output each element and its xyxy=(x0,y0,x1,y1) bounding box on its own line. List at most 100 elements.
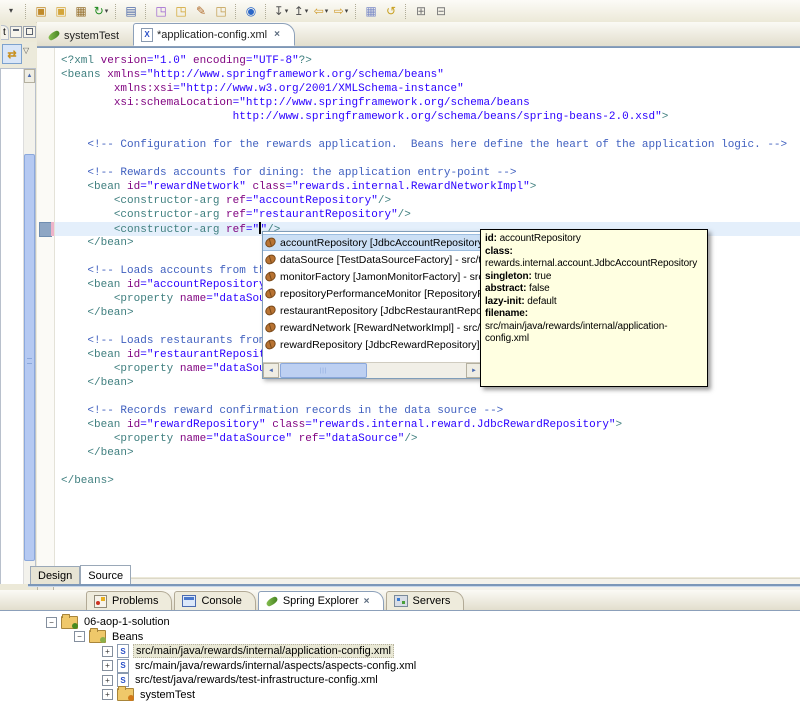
refresh-config-button[interactable]: ↺ xyxy=(382,2,400,20)
open-type-button[interactable]: ▤ xyxy=(122,2,140,20)
collapsed-left-view: t ⇄ ▽ ▲ xyxy=(0,22,36,584)
bean-icon xyxy=(263,235,278,250)
toolbar-separator xyxy=(265,3,267,19)
collapsed-view-tab[interactable]: t xyxy=(1,24,9,40)
content-assist-item[interactable]: monitorFactory [JamonMonitorFactory] - s… xyxy=(263,268,482,285)
content-assist-item[interactable]: repositoryPerformanceMonitor [Repository… xyxy=(263,285,482,302)
dropdown-caret-icon[interactable]: ▾ xyxy=(285,7,289,15)
editor-gutter[interactable] xyxy=(37,48,55,577)
spring-config-icon: S xyxy=(117,673,129,688)
view-tab-spring-explorer[interactable]: Spring Explorer × xyxy=(257,591,384,610)
design-source-tabs: Design Source xyxy=(30,565,132,584)
popup-scroll-left-icon[interactable]: ◄ xyxy=(263,363,279,378)
import-button[interactable]: ↧ ▾ xyxy=(272,2,290,20)
view-tab-label: Console xyxy=(201,595,242,607)
tooltip-field-label: class: xyxy=(485,245,513,257)
tree-expander-icon[interactable]: + xyxy=(102,674,113,686)
open-resource-button[interactable]: ◳ xyxy=(172,2,190,20)
tree-expander-icon[interactable]: + xyxy=(102,689,113,701)
content-assist-item[interactable]: rewardNetwork [RewardNetworkImpl] - src/… xyxy=(263,319,482,336)
tree-item-label: Beans xyxy=(112,630,144,643)
tab-design[interactable]: Design xyxy=(30,566,81,584)
toolbar-separator xyxy=(235,3,237,19)
new-package-button[interactable]: ▦ xyxy=(72,2,90,20)
spring-config-icon: S xyxy=(117,658,129,673)
open-resource-icon: ◳ xyxy=(175,4,187,18)
web-browser-button[interactable]: ◉ xyxy=(242,2,260,20)
left-view-scrollbar[interactable]: ▲ xyxy=(23,69,35,584)
open-perspective-button[interactable]: ◳ xyxy=(152,2,170,20)
bottom-panel: Problems Console Spring Explorer × Servers −… xyxy=(0,590,800,704)
content-assist-item-label: accountRepository [JdbcAccountRepository… xyxy=(280,236,482,249)
expand-all-icon: ⊞ xyxy=(415,4,427,18)
expand-all-button[interactable]: ⊞ xyxy=(412,2,430,20)
spring-leaf-icon xyxy=(47,30,61,41)
tree-row[interactable]: + Ssrc/main/java/rewards/internal/applica… xyxy=(0,644,800,659)
content-assist-item[interactable]: restaurantRepository [JdbcRestaurantRepo… xyxy=(263,302,482,319)
close-icon[interactable]: × xyxy=(364,596,370,607)
maximize-view-button[interactable] xyxy=(23,26,36,38)
view-tab-label: Problems xyxy=(112,595,159,607)
spring-explorer-view: − 06-aop-1-solution − Beans + Ssrc/main/java/… xyxy=(0,610,800,704)
dropdown-caret-icon[interactable]: ▾ xyxy=(305,7,309,15)
tree-row[interactable]: + systemTest xyxy=(0,686,800,703)
popup-hscrollbar[interactable]: ◄ ||| ► xyxy=(263,362,482,378)
spring-project-icon xyxy=(61,613,78,629)
open-folder-button[interactable]: ◳ xyxy=(212,2,230,20)
popup-scrollbar-thumb[interactable]: ||| xyxy=(280,363,367,378)
scroll-up-arrow-icon[interactable]: ▲ xyxy=(24,69,35,83)
code-line: <bean id="rewardNetwork" class="rewards.… xyxy=(87,181,537,193)
back-button[interactable]: ⇦ ▾ xyxy=(312,2,330,20)
spring-leaf-icon xyxy=(264,595,279,607)
annotate-button[interactable]: ✎ xyxy=(192,2,210,20)
toolbar-overflow-button[interactable]: ▾ xyxy=(2,2,20,20)
dropdown-caret-icon[interactable]: ▾ xyxy=(345,7,349,15)
tree-expander-icon[interactable]: + xyxy=(102,660,113,672)
tree-expander-icon[interactable]: − xyxy=(74,631,85,643)
dropdown-caret-icon[interactable]: ▾ xyxy=(105,7,109,15)
content-assist-item[interactable]: accountRepository [JdbcAccountRepository… xyxy=(263,234,482,251)
tooltip-field-value: false xyxy=(526,283,550,294)
xml-file-icon: X xyxy=(141,27,154,42)
view-tab-servers[interactable]: Servers xyxy=(385,591,465,610)
tree-row[interactable]: − 06-aop-1-solution xyxy=(0,613,800,630)
view-tab-label: Servers xyxy=(412,595,451,607)
new-java-project-button[interactable]: ▣ xyxy=(52,2,70,20)
view-menu-icon[interactable]: ▽ xyxy=(23,46,29,55)
tooltip-row: lazy-init: default xyxy=(485,296,703,309)
tab-source[interactable]: Source xyxy=(80,565,132,584)
refresh-button[interactable]: ↻ ▾ xyxy=(92,2,110,20)
view-tab-problems[interactable]: Problems xyxy=(86,591,173,610)
tree-expander-icon[interactable]: + xyxy=(102,645,113,657)
export-button[interactable]: ↥ ▾ xyxy=(292,2,310,20)
tree-expander-icon[interactable]: − xyxy=(46,616,57,628)
bean-icon xyxy=(263,286,278,301)
show-view-button[interactable]: ▦ xyxy=(362,2,380,20)
tooltip-row: id: accountRepository xyxy=(485,233,703,246)
close-icon[interactable]: × xyxy=(274,29,280,40)
minimize-view-button[interactable] xyxy=(9,26,23,38)
content-assist-item[interactable]: dataSource [TestDataSourceFactory] - src… xyxy=(263,251,482,268)
view-tab-console[interactable]: Console xyxy=(174,591,256,610)
code-line: </beans> xyxy=(61,475,114,487)
content-assist-list: accountRepository [JdbcAccountRepository… xyxy=(263,232,482,363)
link-with-editor-button[interactable]: ⇄ xyxy=(2,44,22,64)
editor-tab--application-config-xml[interactable]: X *application-config.xml × xyxy=(133,23,295,46)
web-browser-icon: ◉ xyxy=(245,4,257,18)
tooltip-field-label: lazy-init: xyxy=(485,295,525,307)
tree-row[interactable]: + Ssrc/main/java/rewards/internal/aspects… xyxy=(0,658,800,674)
toolbar-separator xyxy=(355,3,357,19)
editor-tab-systemtest[interactable]: systemTest xyxy=(41,25,133,46)
dropdown-caret-icon[interactable]: ▾ xyxy=(325,7,329,15)
scrollbar-thumb[interactable] xyxy=(24,154,35,561)
toolbar-separator xyxy=(25,3,27,19)
code-line: <constructor-arg ref="restaurantReposito… xyxy=(113,209,411,221)
forward-button[interactable]: ⇨ ▾ xyxy=(332,2,350,20)
content-assist-item[interactable]: rewardRepository [JdbcRewardRepository] … xyxy=(263,336,482,353)
left-view-toolbar: ⇄ ▽ xyxy=(0,42,36,69)
collapse-all-button[interactable]: ⊟ xyxy=(432,2,450,20)
new-spring-project-button[interactable]: ▣ xyxy=(32,2,50,20)
new-spring-project-icon: ▣ xyxy=(35,4,47,18)
tree-row[interactable]: − Beans xyxy=(0,628,800,645)
